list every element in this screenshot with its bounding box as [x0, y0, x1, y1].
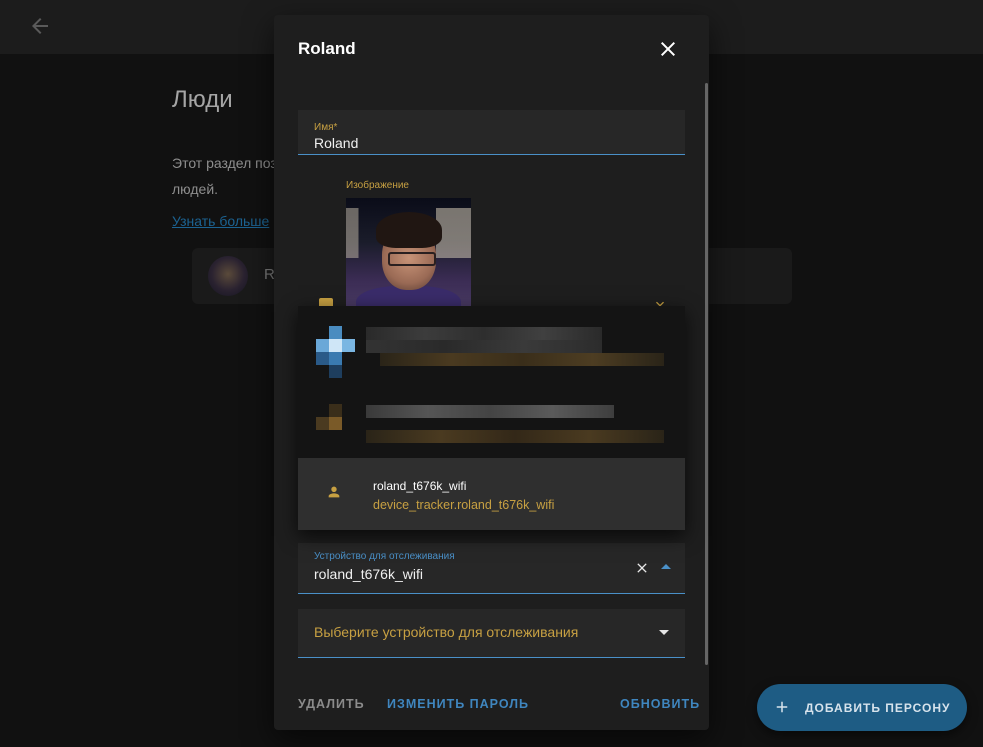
dialog-title: Roland [298, 39, 356, 58]
dropdown-arrow-icon [659, 630, 669, 635]
tracker-dropdown-menu: roland_t676k_wifi device_tracker.roland_… [298, 306, 685, 530]
person-icon [328, 486, 340, 498]
picture-glasses [388, 252, 436, 266]
image-label: Изображение [346, 180, 409, 191]
blurred-text [366, 340, 602, 353]
pixelated-icon [329, 417, 342, 430]
pixelated-icon [316, 417, 329, 430]
delete-button[interactable]: УДАЛИТЬ [298, 697, 365, 711]
add-person-label: ДОБАВИТЬ ПЕРСОНУ [805, 701, 951, 715]
tracker-field-label: Устройство для отслеживания [314, 551, 455, 562]
update-button[interactable]: ОБНОВИТЬ [620, 697, 700, 711]
tracker-input[interactable] [314, 566, 614, 582]
add-person-button[interactable]: ДОБАВИТЬ ПЕРСОНУ [757, 684, 967, 731]
device-select-placeholder: Выберите устройство для отслеживания [314, 624, 579, 640]
pixelated-icon [329, 404, 342, 417]
picture-hair [376, 212, 442, 248]
pixelated-icon [316, 326, 355, 380]
blurred-subtext [380, 353, 664, 366]
name-field-value: Roland [314, 135, 359, 151]
list-item-selected[interactable]: roland_t676k_wifi device_tracker.roland_… [298, 458, 685, 530]
list-item-blurred[interactable] [298, 382, 685, 454]
list-item-blurred[interactable] [298, 306, 685, 378]
collapse-arrow-icon[interactable] [661, 564, 671, 569]
name-field-label: Имя* [314, 122, 338, 133]
blurred-subtext [366, 430, 664, 443]
change-password-button[interactable]: ИЗМЕНИТЬ ПАРОЛЬ [387, 697, 529, 711]
plus-icon [776, 701, 788, 713]
blurred-text [366, 327, 602, 340]
list-item-title: roland_t676k_wifi [373, 479, 467, 493]
clear-icon[interactable] [634, 560, 650, 576]
list-item-entity-id: device_tracker.roland_t676k_wifi [373, 498, 555, 512]
dialog-scrollbar[interactable] [705, 83, 708, 665]
profile-picture[interactable] [346, 198, 471, 308]
blurred-text [366, 405, 614, 418]
device-select[interactable]: Выберите устройство для отслеживания [298, 609, 685, 658]
tracker-combobox[interactable]: Устройство для отслеживания [298, 543, 685, 594]
dialog-actions: УДАЛИТЬ ИЗМЕНИТЬ ПАРОЛЬ ОБНОВИТЬ [274, 683, 709, 730]
name-field[interactable]: Имя* Roland [298, 110, 685, 155]
close-icon[interactable] [656, 37, 680, 61]
